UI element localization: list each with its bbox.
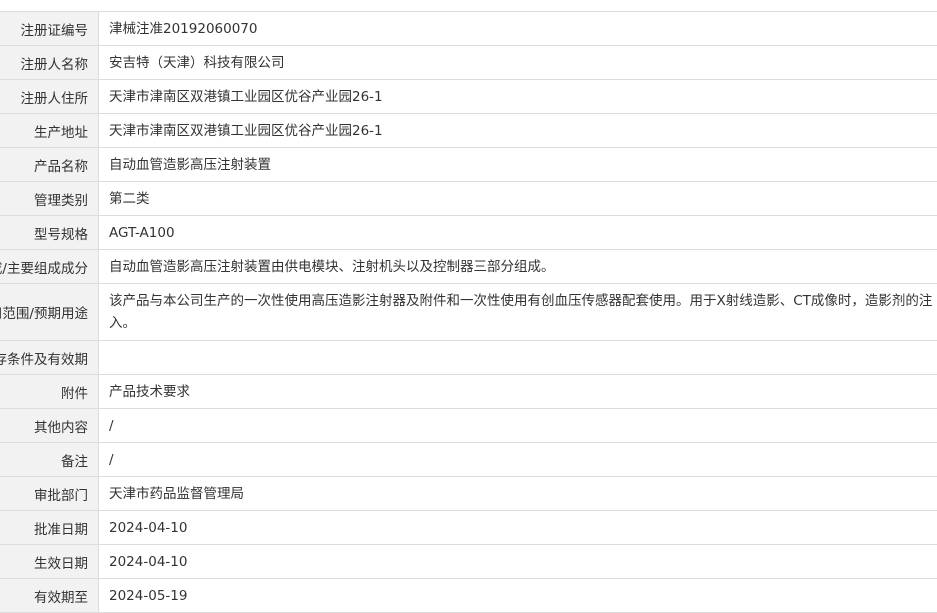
table-row-management-category: 管理类别 第二类 [0, 182, 937, 216]
field-label-text: 适用范围/预期用途 [0, 306, 88, 322]
field-label-text: 型号规格 [34, 226, 88, 243]
table-row-other-content: 其他内容 / [0, 409, 937, 443]
table-row-structure-composition: 结构及组成/主要组成成分 自动血管造影高压注射装置由供电模块、注射机头以及控制器… [0, 250, 937, 284]
field-value: / [109, 417, 114, 434]
field-label: 其他内容 [0, 409, 99, 442]
table-row-approval-date: 批准日期 2024-04-10 [0, 511, 937, 545]
field-label: 注册证编号 [0, 12, 99, 45]
field-value: 该产品与本公司生产的一次性使用高压造影注射器及附件和一次性使用有创血压传感器配套… [109, 293, 933, 331]
field-value: AGT-A100 [109, 224, 175, 241]
field-label: 适用范围/预期用途 [0, 284, 99, 340]
field-value: 自动血管造影高压注射装置 [109, 156, 271, 173]
field-value: 天津市药品监督管理局 [109, 485, 244, 502]
table-row-registrant-address: 注册人住所 天津市津南区双港镇工业园区优谷产业园26-1 [0, 80, 937, 114]
table-row-model-spec: 型号规格 AGT-A100 [0, 216, 937, 250]
table-row-product-name: 产品名称 自动血管造影高压注射装置 [0, 148, 937, 182]
field-label-text: 注册证编号 [20, 22, 89, 39]
field-label: 注册人名称 [0, 46, 99, 79]
field-label-text: 注册人名称 [20, 56, 89, 73]
field-label: 管理类别 [0, 182, 99, 215]
table-row-effective-date: 生效日期 2024-04-10 [0, 545, 937, 579]
field-label-text: 产品储存条件及有效期 [0, 351, 88, 368]
field-label-text: 附件 [61, 385, 88, 402]
field-label-text: 审批部门 [34, 487, 88, 504]
table-row-storage-validity: 产品储存条件及有效期 [0, 341, 937, 375]
field-value: / [109, 451, 114, 468]
field-label: 结构及组成/主要组成成分 [0, 250, 99, 283]
field-label: 型号规格 [0, 216, 99, 249]
field-label-text: 有效期至 [34, 589, 88, 606]
table-row-intended-use: 适用范围/预期用途 该产品与本公司生产的一次性使用高压造影注射器及附件和一次性使… [0, 284, 937, 341]
field-value: 第二类 [109, 190, 150, 207]
field-label: 产品储存条件及有效期 [0, 341, 99, 374]
field-label: 注册人住所 [0, 80, 99, 113]
field-label-text: 注册人住所 [20, 90, 89, 107]
field-label-text: 结构及组成/主要组成成分 [0, 260, 88, 277]
registration-info-table: 注册证编号 津械注准20192060070 注册人名称 安吉特（天津）科技有限公… [0, 11, 937, 613]
field-label-text: 批准日期 [34, 521, 88, 538]
field-label: 附件 [0, 375, 99, 408]
field-value: 津械注准20192060070 [109, 20, 258, 37]
field-label-text: 生产地址 [34, 124, 88, 141]
field-label-text: 生效日期 [34, 555, 88, 572]
field-value: 2024-04-10 [109, 553, 188, 570]
field-label: 有效期至 [0, 579, 99, 612]
table-row-registration-number: 注册证编号 津械注准20192060070 [0, 12, 937, 46]
field-label: 产品名称 [0, 148, 99, 181]
field-label-text: 产品名称 [34, 158, 88, 175]
field-value: 2024-04-10 [109, 519, 188, 536]
field-value: 天津市津南区双港镇工业园区优谷产业园26-1 [109, 88, 383, 105]
table-row-approval-department: 审批部门 天津市药品监督管理局 [0, 477, 937, 511]
table-row-production-address: 生产地址 天津市津南区双港镇工业园区优谷产业园26-1 [0, 114, 937, 148]
field-label: 生效日期 [0, 545, 99, 578]
field-label: 批准日期 [0, 511, 99, 544]
field-label-text: 管理类别 [34, 192, 88, 209]
field-label: 备注 [0, 443, 99, 476]
field-label: 生产地址 [0, 114, 99, 147]
field-label-text: 备注 [61, 453, 88, 470]
field-value [99, 341, 937, 374]
field-value: 2024-05-19 [109, 587, 188, 604]
table-row-remarks: 备注 / [0, 443, 937, 477]
field-label-text: 其他内容 [34, 419, 88, 436]
field-value: 安吉特（天津）科技有限公司 [109, 54, 285, 71]
table-row-valid-until: 有效期至 2024-05-19 [0, 579, 937, 613]
field-value: 自动血管造影高压注射装置由供电模块、注射机头以及控制器三部分组成。 [109, 258, 555, 275]
field-label: 审批部门 [0, 477, 99, 510]
table-row-registrant-name: 注册人名称 安吉特（天津）科技有限公司 [0, 46, 937, 80]
field-value: 产品技术要求 [109, 383, 190, 400]
field-value: 天津市津南区双港镇工业园区优谷产业园26-1 [109, 122, 383, 139]
table-row-attachment: 附件 产品技术要求 [0, 375, 937, 409]
